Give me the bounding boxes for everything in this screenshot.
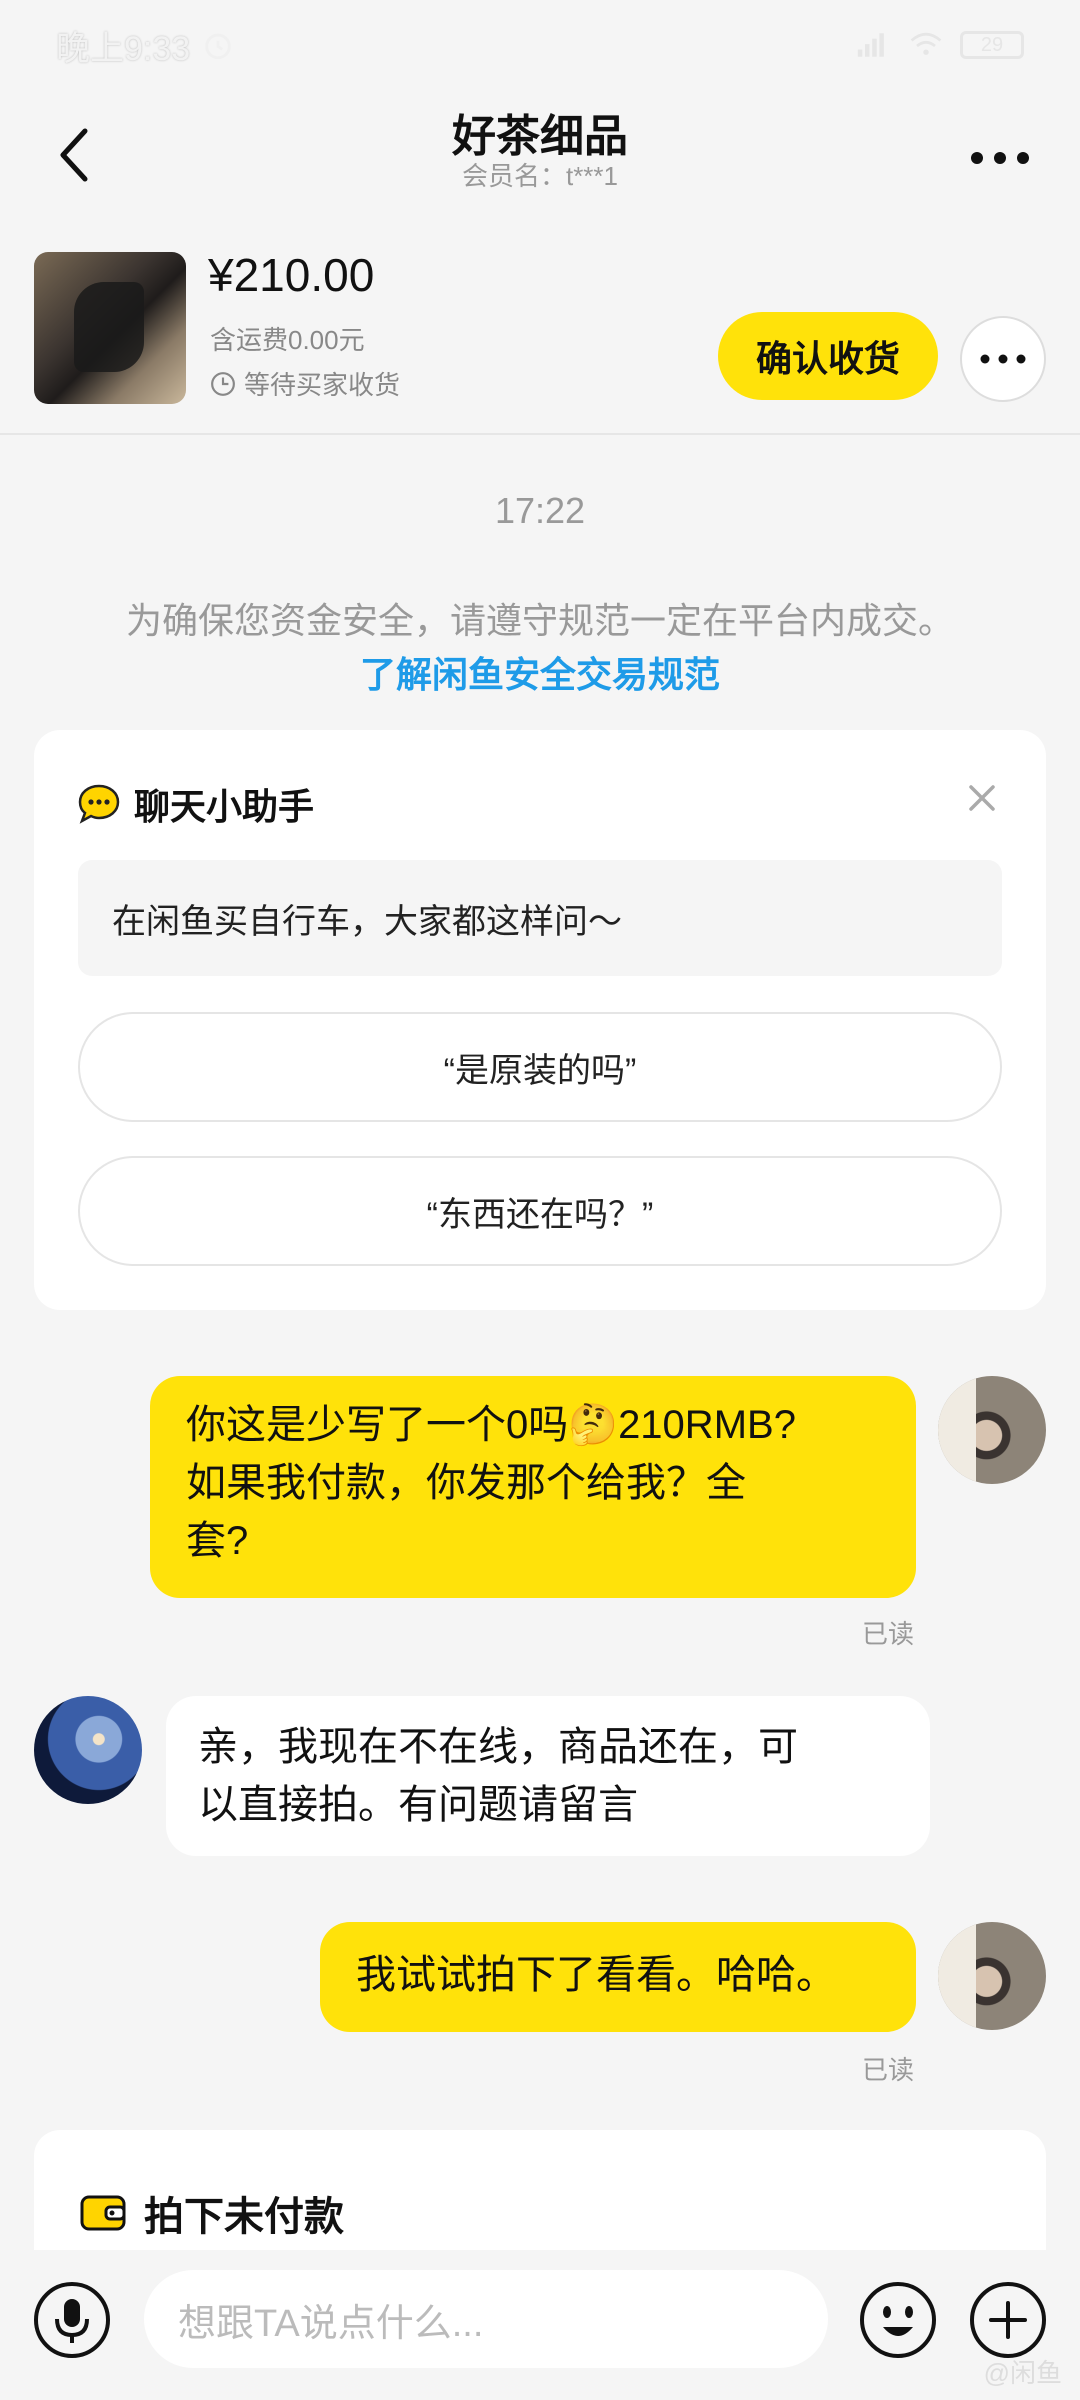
input-bar: 想跟TA说点什么... @闲鱼: [0, 2250, 1080, 2400]
unpaid-order-card[interactable]: 拍下未付款: [34, 2130, 1046, 2270]
status-time: 晚上9:33: [56, 29, 191, 68]
more-actions-button[interactable]: [968, 2280, 1048, 2360]
read-receipt: 已读: [862, 1619, 915, 1649]
suggestion-still-available[interactable]: “东西还在吗？”: [78, 1156, 1002, 1266]
message-text: 210RMB?: [618, 1403, 796, 1447]
assistant-close-button[interactable]: [962, 778, 1002, 818]
message-input[interactable]: 想跟TA说点什么...: [144, 2270, 828, 2368]
order-status-text: 等待买家收货: [244, 370, 401, 400]
more-horizontal-icon: [971, 152, 1029, 164]
assistant-header: 聊天小助手: [78, 778, 314, 830]
chat-header: 好茶细品 会员名：t***1: [0, 90, 1080, 230]
emoji-button[interactable]: [858, 2280, 938, 2360]
message-line: 你这是少写了一个0吗🤔210RMB?: [186, 1396, 880, 1454]
unpaid-title: 拍下未付款: [80, 2184, 344, 2242]
smiley-icon: [860, 2282, 936, 2358]
chat-bubble-icon: [78, 784, 120, 824]
wallet-icon: [80, 2195, 126, 2231]
signal-icon: [856, 30, 892, 60]
my-avatar[interactable]: [938, 1922, 1046, 2030]
order-status: 等待买家收货: [210, 365, 400, 402]
unpaid-title-text: 拍下未付款: [144, 2195, 344, 2239]
message-line: 如果我付款，你发那个给我？全: [186, 1461, 746, 1505]
safety-notice: 为确保您资金安全，请遵守规范一定在平台内成交。: [125, 600, 954, 641]
message-bubble-me[interactable]: 我试试拍下了看看。哈哈。: [320, 1922, 916, 2032]
message-line: 以直接拍。有问题请留言: [198, 1783, 638, 1827]
status-bar: 晚上9:33 29: [0, 0, 1080, 90]
my-avatar[interactable]: [938, 1376, 1046, 1484]
page-title: 好茶细品: [452, 112, 628, 161]
voice-button[interactable]: [32, 2280, 112, 2360]
message-line: 亲，我现在不在线，商品还在，可: [198, 1725, 798, 1769]
chat-assistant-card: 聊天小助手 在闲鱼买自行车，大家都这样问～ “是原装的吗” “东西还在吗？”: [34, 730, 1046, 1310]
plus-icon: [970, 2282, 1046, 2358]
microphone-icon: [34, 2282, 110, 2358]
status-left: 晚上9:33: [56, 21, 236, 70]
chat-timestamp: 17:22: [494, 490, 586, 531]
assistant-title: 聊天小助手: [134, 786, 315, 827]
message-bubble-me[interactable]: 你这是少写了一个0吗🤔210RMB? 如果我付款，你发那个给我？全 套?: [150, 1376, 916, 1598]
message-text: 我试试拍下了看看。哈哈。: [356, 1953, 836, 1997]
product-thumbnail[interactable]: [34, 252, 186, 404]
message-bubble-other[interactable]: 亲，我现在不在线，商品还在，可 以直接拍。有问题请留言: [166, 1696, 930, 1856]
alarm-icon: [200, 30, 236, 60]
wifi-icon: [908, 30, 944, 60]
status-right: 29: [856, 30, 1024, 60]
message-text: 你这是少写了一个0吗: [186, 1403, 569, 1447]
read-receipt: 已读: [862, 2055, 915, 2085]
battery-level: 29: [980, 33, 1004, 56]
watermark: @闲鱼: [983, 2358, 1062, 2388]
more-horizontal-icon: [980, 354, 1026, 364]
assistant-prompt: 在闲鱼买自行车，大家都这样问～: [78, 860, 1002, 976]
member-name: 会员名：t***1: [461, 161, 619, 191]
battery-icon: 29: [960, 31, 1024, 59]
safety-rules-link[interactable]: 了解闲鱼安全交易规范: [0, 646, 1080, 698]
shipping-fee: 含运费0.00元: [210, 325, 365, 355]
confirm-receipt-button[interactable]: 确认收货: [718, 312, 938, 400]
order-price: ¥210.00: [208, 249, 375, 301]
header-more-button[interactable]: [960, 128, 1040, 188]
order-more-button[interactable]: [960, 316, 1046, 402]
order-card[interactable]: ¥210.00 含运费0.00元 等待买家收货 确认收货: [0, 230, 1080, 435]
message-line: 套?: [186, 1519, 249, 1563]
clock-icon: [211, 371, 235, 396]
thinking-face-emoji: 🤔: [568, 1403, 619, 1447]
close-icon: [969, 785, 995, 811]
seller-avatar[interactable]: [34, 1696, 142, 1804]
suggestion-original[interactable]: “是原装的吗”: [78, 1012, 1002, 1122]
